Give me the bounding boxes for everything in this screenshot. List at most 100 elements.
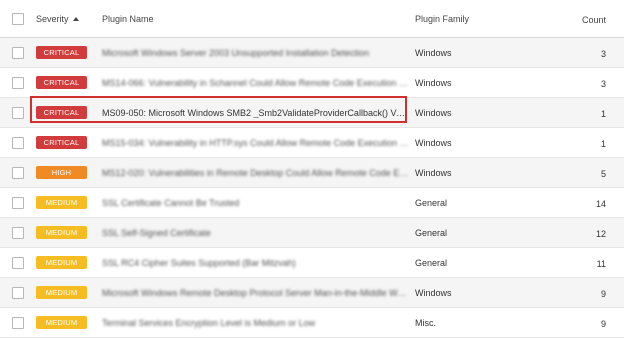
severity-badge: CRITICAL	[36, 136, 87, 149]
plugin-family-cell: Windows	[415, 138, 565, 148]
severity-cell: CRITICAL	[36, 106, 102, 119]
count-cell: 3	[565, 74, 624, 92]
plugin-name-cell[interactable]: MS12-020: Vulnerabilities in Remote Desk…	[102, 168, 415, 178]
row-checkbox-cell	[0, 136, 36, 149]
table-row[interactable]: MEDIUM SSL RC4 Cipher Suites Supported (B…	[0, 248, 624, 278]
table-row[interactable]: MEDIUM Microsoft Windows Remote Desktop P…	[0, 278, 624, 308]
severity-badge: CRITICAL	[36, 76, 87, 89]
severity-badge: MEDIUM	[36, 286, 87, 299]
plugin-family-text: Windows	[415, 167, 452, 178]
table-row[interactable]: CRITICAL MS09-050: Microsoft Windows SMB2…	[0, 98, 624, 128]
row-checkbox[interactable]	[12, 166, 24, 179]
plugin-family-text: Windows	[415, 77, 452, 88]
plugin-name-cell[interactable]: MS14-066: Vulnerability in Schannel Coul…	[102, 78, 415, 88]
plugin-family-cell: Windows	[415, 78, 565, 88]
plugin-name-link[interactable]: Microsoft Windows Remote Desktop Protoco…	[102, 288, 410, 298]
row-checkbox[interactable]	[12, 256, 24, 269]
count-cell: 5	[565, 164, 624, 182]
count-cell: 1	[565, 134, 624, 152]
row-checkbox-cell	[0, 46, 36, 59]
plugin-name-cell[interactable]: SSL Certificate Cannot Be Trusted	[102, 198, 415, 208]
severity-badge: MEDIUM	[36, 316, 87, 329]
plugin-name-header[interactable]: Plugin Name	[102, 14, 415, 24]
plugin-name-cell[interactable]: MS09-050: Microsoft Windows SMB2 _Smb2Va…	[102, 108, 415, 118]
count-cell: 11	[565, 254, 624, 272]
plugin-name-cell[interactable]: SSL RC4 Cipher Suites Supported (Bar Mit…	[102, 258, 415, 268]
severity-header[interactable]: Severity	[36, 14, 102, 24]
table-row[interactable]: CRITICAL MS14-066: Vulnerability in Schan…	[0, 68, 624, 98]
plugin-name-link[interactable]: Microsoft Windows Server 2003 Unsupporte…	[102, 48, 369, 58]
severity-badge: MEDIUM	[36, 196, 87, 209]
table-row[interactable]: MEDIUM Terminal Services Encryption Level…	[0, 308, 624, 338]
severity-cell: CRITICAL	[36, 76, 102, 89]
count-text: 3	[600, 78, 606, 89]
row-checkbox[interactable]	[12, 226, 24, 239]
plugin-name-cell[interactable]: Terminal Services Encryption Level is Me…	[102, 318, 415, 328]
count-text: 1	[600, 108, 606, 119]
plugin-name-cell[interactable]: Microsoft Windows Server 2003 Unsupporte…	[102, 48, 415, 58]
row-checkbox[interactable]	[12, 196, 24, 209]
plugin-name-link[interactable]: MS14-066: Vulnerability in Schannel Coul…	[102, 78, 410, 88]
count-cell: 9	[565, 314, 624, 332]
select-all-checkbox[interactable]	[12, 12, 24, 25]
table-body: CRITICAL Microsoft Windows Server 2003 Un…	[0, 38, 624, 338]
severity-badge: MEDIUM	[36, 226, 87, 239]
plugin-family-header[interactable]: Plugin Family	[415, 14, 565, 24]
plugin-name-cell[interactable]: MS15-034: Vulnerability in HTTP.sys Coul…	[102, 138, 415, 148]
plugin-name-link[interactable]: MS09-050: Microsoft Windows SMB2 _Smb2Va…	[102, 108, 410, 118]
count-cell: 1	[565, 104, 624, 122]
row-checkbox-cell	[0, 166, 36, 179]
table-row[interactable]: HIGH MS12-020: Vulnerabilities in Remote …	[0, 158, 624, 188]
count-header[interactable]: Count	[565, 10, 624, 28]
count-text: 5	[600, 168, 606, 179]
table-header: Severity Plugin Name Plugin Family Count	[0, 0, 624, 38]
plugin-family-text: Misc.	[415, 317, 436, 328]
severity-cell: CRITICAL	[36, 136, 102, 149]
plugin-family-text: General	[415, 227, 448, 238]
count-text: 3	[600, 48, 606, 59]
plugin-family-cell: General	[415, 228, 565, 238]
count-text: 9	[600, 318, 606, 329]
plugin-name-link[interactable]: SSL Certificate Cannot Be Trusted	[102, 198, 239, 208]
severity-cell: MEDIUM	[36, 256, 102, 269]
plugin-name-cell[interactable]: Microsoft Windows Remote Desktop Protoco…	[102, 288, 415, 298]
plugin-family-text: General	[415, 197, 448, 208]
row-checkbox-cell	[0, 106, 36, 119]
row-checkbox-cell	[0, 196, 36, 209]
severity-badge: MEDIUM	[36, 256, 87, 269]
sort-ascending-icon	[72, 16, 79, 21]
severity-cell: HIGH	[36, 166, 102, 179]
plugin-family-cell: Misc.	[415, 318, 565, 328]
plugin-name-link[interactable]: MS12-020: Vulnerabilities in Remote Desk…	[102, 168, 410, 178]
table-row[interactable]: CRITICAL MS15-034: Vulnerability in HTTP.…	[0, 128, 624, 158]
severity-cell: CRITICAL	[36, 46, 102, 59]
row-checkbox[interactable]	[12, 106, 24, 119]
plugin-name-link[interactable]: SSL Self-Signed Certificate	[102, 228, 211, 238]
count-text: 11	[596, 258, 606, 269]
plugin-name-header-label: Plugin Name	[102, 13, 154, 24]
row-checkbox[interactable]	[12, 316, 24, 329]
count-text: 9	[600, 288, 606, 299]
plugin-family-text: Windows	[415, 137, 452, 148]
row-checkbox-cell	[0, 76, 36, 89]
plugin-family-text: Windows	[415, 107, 452, 118]
plugin-name-cell[interactable]: SSL Self-Signed Certificate	[102, 228, 415, 238]
table-row[interactable]: CRITICAL Microsoft Windows Server 2003 Un…	[0, 38, 624, 68]
plugin-family-cell: Windows	[415, 48, 565, 58]
plugin-family-cell: Windows	[415, 288, 565, 298]
plugin-name-link[interactable]: MS15-034: Vulnerability in HTTP.sys Coul…	[102, 138, 410, 148]
plugin-name-link[interactable]: SSL RC4 Cipher Suites Supported (Bar Mit…	[102, 258, 296, 268]
plugin-family-text: General	[415, 257, 448, 268]
severity-badge: CRITICAL	[36, 46, 87, 59]
table-row[interactable]: MEDIUM SSL Self-Signed Certificate General…	[0, 218, 624, 248]
row-checkbox[interactable]	[12, 46, 24, 59]
row-checkbox[interactable]	[12, 76, 24, 89]
plugin-family-cell: Windows	[415, 168, 565, 178]
row-checkbox[interactable]	[12, 136, 24, 149]
row-checkbox[interactable]	[12, 286, 24, 299]
plugin-name-link[interactable]: Terminal Services Encryption Level is Me…	[102, 318, 315, 328]
plugin-family-header-label: Plugin Family	[415, 13, 470, 24]
table-row[interactable]: MEDIUM SSL Certificate Cannot Be Trusted G…	[0, 188, 624, 218]
plugin-family-text: Windows	[415, 287, 452, 298]
severity-badge: HIGH	[36, 166, 87, 179]
